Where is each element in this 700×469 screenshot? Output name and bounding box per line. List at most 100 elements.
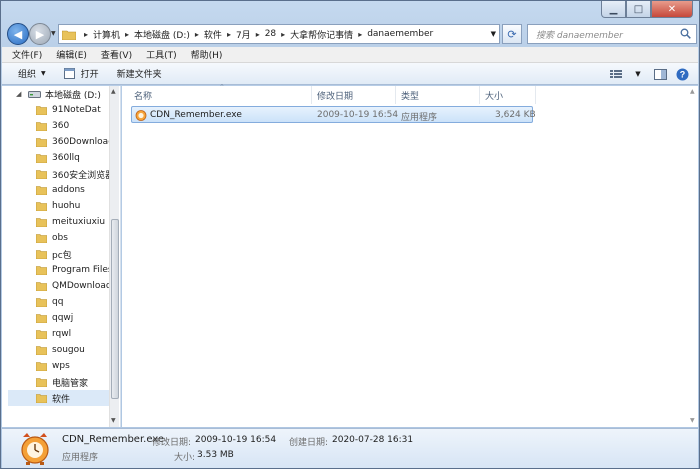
- search-placeholder: 搜索 danaemember: [536, 30, 623, 41]
- tree-item-folder[interactable]: Program Files: [36, 262, 113, 278]
- close-icon: ✕: [667, 3, 677, 15]
- view-options-button[interactable]: [608, 66, 624, 82]
- address-bar[interactable]: ▸ 计算机 ▸ 本地磁盘 (D:) ▸ 软件 ▸ 7月 ▸ 28 ▸ 大拿帮你记…: [58, 24, 500, 44]
- scroll-down-icon[interactable]: ▼: [111, 417, 116, 424]
- tree-label: 360安全浏览器: [52, 170, 115, 181]
- breadcrumb-chevron-icon[interactable]: ▸: [125, 30, 129, 39]
- tree-item-folder[interactable]: QMDownload: [36, 278, 112, 294]
- file-date: 2009-10-19 16:54: [317, 110, 399, 120]
- folder-icon: [36, 154, 47, 163]
- nav-scrollbar[interactable]: ▲ ▼: [109, 86, 119, 427]
- preview-pane-icon: [653, 68, 667, 80]
- view-dropdown-icon[interactable]: ▼: [630, 66, 646, 82]
- address-dropdown-icon[interactable]: ▼: [491, 30, 496, 38]
- scrollbar-thumb[interactable]: [111, 219, 119, 399]
- explorer-window: ▁ □ ✕ ◀ ▶ ▼ ▸ 计算机 ▸ 本地磁盘 (D:) ▸ 软件 ▸ 7月 …: [0, 0, 700, 469]
- file-list-scrollbar[interactable]: ▲ ▼: [688, 86, 698, 427]
- breadcrumb-chevron-icon[interactable]: ▸: [256, 30, 260, 39]
- organize-button[interactable]: 组织 ▼: [18, 67, 46, 80]
- arrow-left-icon: ◀: [13, 27, 23, 41]
- tree-item-folder[interactable]: pc包: [36, 246, 72, 262]
- file-name: CDN_Remember.exe: [150, 110, 242, 120]
- preview-pane-button[interactable]: [652, 66, 668, 82]
- column-header-size[interactable]: 大小: [480, 86, 536, 104]
- tree-item-folder-selected[interactable]: 软件: [8, 390, 111, 406]
- arrow-right-icon: ▶: [35, 27, 45, 41]
- tree-item-folder[interactable]: wps: [36, 358, 70, 374]
- breadcrumb-chevron-icon[interactable]: ▸: [195, 30, 199, 39]
- open-button[interactable]: 打开: [63, 67, 99, 80]
- tree-item-folder[interactable]: qqwj: [36, 310, 73, 326]
- tree-label: rqwl: [52, 329, 72, 339]
- column-header-date[interactable]: 修改日期: [312, 86, 396, 104]
- menu-bar: 文件(F) 编辑(E) 查看(V) 工具(T) 帮助(H): [2, 47, 698, 63]
- menu-tools[interactable]: 工具(T): [146, 48, 177, 61]
- maximize-button[interactable]: □: [626, 1, 651, 18]
- column-label: 大小: [485, 91, 504, 102]
- tree-item-folder[interactable]: addons: [36, 182, 85, 198]
- tree-item-folder[interactable]: obs: [36, 230, 68, 246]
- tree-item-folder[interactable]: 360: [36, 118, 69, 134]
- breadcrumb-item[interactable]: danaemember: [367, 29, 433, 39]
- tree-item-folder[interactable]: qq: [36, 294, 63, 310]
- search-input[interactable]: 搜索 danaemember: [527, 24, 697, 44]
- tree-collapse-icon[interactable]: ◢: [16, 90, 21, 98]
- menu-file[interactable]: 文件(F): [12, 48, 42, 61]
- help-icon: ?: [676, 68, 688, 80]
- folder-icon: [36, 346, 47, 355]
- recent-pages-dropdown[interactable]: ▼: [51, 30, 56, 37]
- column-header-name[interactable]: 名称 ⌃: [129, 83, 312, 104]
- tree-label: addons: [52, 185, 85, 195]
- tree-item-folder[interactable]: sougou: [36, 342, 85, 358]
- breadcrumb-item[interactable]: 本地磁盘 (D:): [134, 28, 190, 41]
- view-controls: ▼ ?: [608, 66, 690, 82]
- tree-label: obs: [52, 233, 68, 243]
- folder-icon: [36, 266, 47, 275]
- minimize-icon: ▁: [609, 3, 618, 15]
- folder-icon: [36, 202, 47, 211]
- help-button[interactable]: ?: [674, 66, 690, 82]
- refresh-button[interactable]: ⟳: [502, 24, 522, 44]
- folder-icon: [36, 122, 47, 131]
- search-icon[interactable]: [680, 28, 691, 39]
- tree-item-folder[interactable]: rqwl: [36, 326, 71, 342]
- breadcrumb-item[interactable]: 软件: [204, 28, 222, 41]
- tree-item-folder[interactable]: huohu: [36, 198, 80, 214]
- forward-button[interactable]: ▶: [29, 23, 51, 45]
- breadcrumb-chevron-icon[interactable]: ▸: [281, 30, 285, 39]
- tree-item-folder[interactable]: 360Downloads: [36, 134, 119, 150]
- close-button[interactable]: ✕: [651, 1, 693, 18]
- tree-label: Program Files: [52, 265, 113, 275]
- tree-item-folder[interactable]: meituxiuxiu: [36, 214, 105, 230]
- tree-item-folder[interactable]: 360llq: [36, 150, 80, 166]
- breadcrumb-item[interactable]: 7月: [236, 28, 251, 41]
- breadcrumb-chevron-icon[interactable]: ▸: [358, 30, 362, 39]
- tree-item-drive[interactable]: ◢ 本地磁盘 (D:): [16, 86, 101, 102]
- scroll-down-icon[interactable]: ▼: [690, 417, 695, 424]
- details-file-name: CDN_Remember.exe: [62, 434, 165, 445]
- refresh-icon: ⟳: [507, 27, 517, 41]
- scroll-up-icon[interactable]: ▲: [111, 88, 116, 95]
- scroll-up-icon[interactable]: ▲: [690, 88, 695, 95]
- tree-label: 软件: [52, 394, 71, 405]
- details-modified-value: 2009-10-19 16:54: [195, 435, 277, 445]
- breadcrumb-item[interactable]: 大拿帮你记事情: [290, 28, 353, 41]
- column-header-type[interactable]: 类型: [396, 86, 480, 104]
- tree-item-folder[interactable]: 360安全浏览器: [36, 166, 114, 182]
- breadcrumb-item[interactable]: 28: [265, 29, 276, 39]
- menu-edit[interactable]: 编辑(E): [56, 48, 87, 61]
- menu-help[interactable]: 帮助(H): [191, 48, 223, 61]
- app-large-icon: [21, 433, 49, 465]
- folder-icon: [36, 218, 47, 227]
- file-row[interactable]: CDN_Remember.exe 2009-10-19 16:54 应用程序 3…: [131, 106, 536, 123]
- new-folder-button[interactable]: 新建文件夹: [117, 67, 162, 80]
- minimize-button[interactable]: ▁: [601, 1, 626, 18]
- svg-text:?: ?: [679, 69, 685, 79]
- back-button[interactable]: ◀: [7, 23, 29, 45]
- tree-item-folder[interactable]: 91NoteDat: [36, 102, 101, 118]
- breadcrumb-item[interactable]: 计算机: [93, 28, 120, 41]
- list-view-icon: [610, 70, 622, 78]
- tree-item-folder[interactable]: 电脑管家: [36, 374, 88, 390]
- breadcrumb-chevron-icon[interactable]: ▸: [227, 30, 231, 39]
- menu-view[interactable]: 查看(V): [101, 48, 132, 61]
